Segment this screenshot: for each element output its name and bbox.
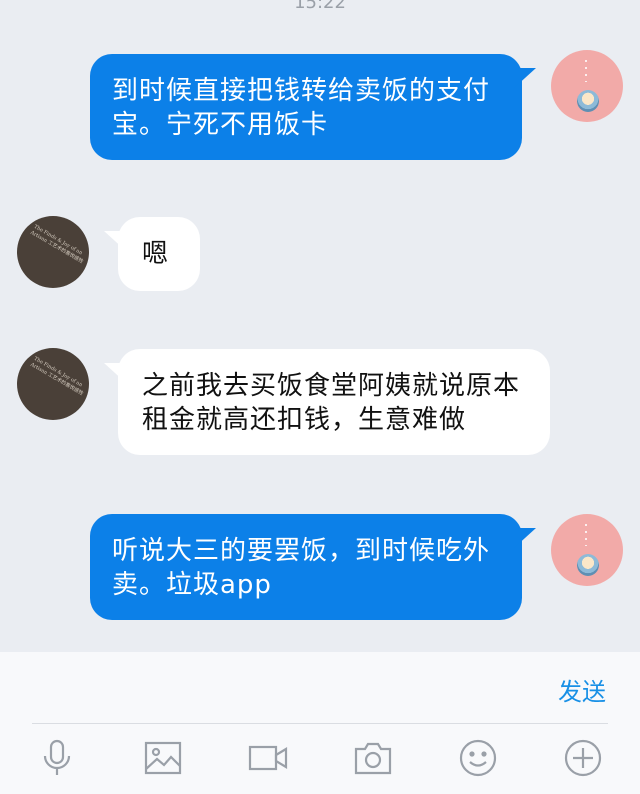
bubble-tail (514, 68, 536, 88)
bubble-tail (104, 363, 126, 383)
bubble-tail (104, 231, 126, 251)
figure-icon (577, 554, 599, 576)
contact-avatar[interactable]: The Finds & Joy of an Artisan 工艺术的喜悦感性 (17, 216, 89, 288)
message-text: 卖。垃圾app (112, 570, 272, 600)
message-bubble-outgoing[interactable]: 听说大三的要罢饭，到时候吃外 卖。垃圾app (90, 514, 522, 620)
avatar-text: The Finds & Joy of an Artisan 工艺术的喜悦感性 (29, 355, 85, 397)
message-text: 嗯 (142, 239, 170, 269)
message-text: 租金就高还扣钱，生意难做 (142, 405, 467, 435)
video-icon[interactable] (248, 738, 288, 778)
figure-icon (577, 90, 599, 112)
message-bubble-incoming[interactable]: 之前我去买饭食堂阿姨就说原本 租金就高还扣钱，生意难做 (118, 349, 550, 455)
my-avatar[interactable] (551, 50, 623, 122)
my-avatar[interactable] (551, 514, 623, 586)
message-bubble-incoming[interactable]: 嗯 (118, 217, 200, 291)
message-text: 到时候直接把钱转给卖饭的支付 (112, 76, 491, 106)
microphone-icon[interactable] (37, 738, 77, 778)
message-text: 宝。宁死不用饭卡 (112, 110, 329, 140)
message-input[interactable]: 发送 (0, 652, 640, 724)
send-button[interactable]: 发送 (558, 672, 606, 707)
avatar-text: The Finds & Joy of an Artisan 工艺术的喜悦感性 (29, 223, 85, 265)
status-time: 15:22 (294, 0, 346, 13)
message-bubble-outgoing[interactable]: 到时候直接把钱转给卖饭的支付 宝。宁死不用饭卡 (90, 54, 522, 160)
image-icon[interactable] (143, 738, 183, 778)
camera-icon[interactable] (353, 738, 393, 778)
bubble-tail (514, 528, 536, 548)
input-toolbar (0, 724, 640, 794)
plus-icon[interactable] (563, 738, 603, 778)
message-text: 之前我去买饭食堂阿姨就说原本 (142, 371, 521, 401)
message-text: 听说大三的要罢饭，到时候吃外 (112, 536, 491, 566)
contact-avatar[interactable]: The Finds & Joy of an Artisan 工艺术的喜悦感性 (17, 348, 89, 420)
emoji-icon[interactable] (458, 738, 498, 778)
